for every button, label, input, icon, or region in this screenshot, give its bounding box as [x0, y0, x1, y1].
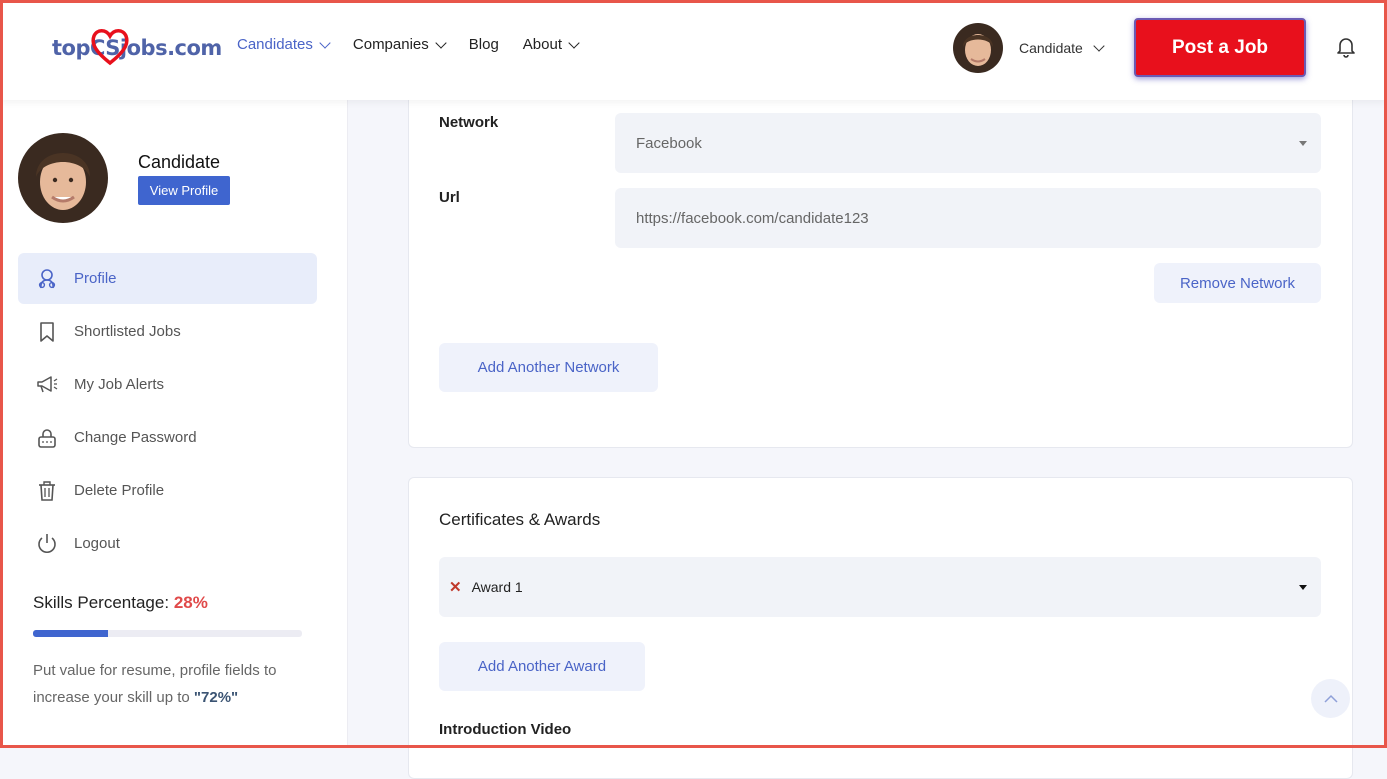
notification-bell-icon[interactable]: [1336, 36, 1356, 63]
nav-about[interactable]: About: [522, 36, 580, 53]
nav-companies-label: Companies: [352, 36, 429, 53]
skills-progress-fill: [33, 630, 109, 637]
view-profile-button[interactable]: View Profile: [138, 176, 230, 205]
url-label: Url: [439, 189, 460, 206]
add-network-button[interactable]: Add Another Network: [439, 343, 658, 392]
chevron-down-icon: [319, 36, 331, 49]
add-award-button[interactable]: Add Another Award: [439, 642, 645, 691]
award-tag-label: Award 1: [471, 579, 523, 595]
caret-down-icon: [1299, 141, 1307, 146]
trash-icon: [36, 480, 58, 502]
candidate-name: Candidate: [138, 152, 221, 172]
logo-text: topCSjobs.com: [52, 36, 222, 60]
network-select-value: Facebook: [636, 134, 702, 152]
sidebar-item-profile[interactable]: Profile: [18, 253, 317, 304]
sidebar-menu: Profile Shortlisted Jobs My Job Alerts C…: [18, 253, 317, 571]
lock-icon: [36, 427, 58, 449]
caret-down-icon: [1299, 585, 1307, 590]
skills-progress-bar: [33, 630, 302, 637]
power-icon: [36, 533, 58, 555]
skills-help-target: "72%": [193, 689, 239, 706]
sidebar-item-job-alerts[interactable]: My Job Alerts: [18, 359, 317, 410]
chevron-down-icon: [568, 36, 580, 49]
chevron-down-icon: [435, 36, 447, 49]
social-network-card: Network Facebook Url https://facebook.co…: [408, 90, 1353, 448]
sidebar-item-delete-profile[interactable]: Delete Profile: [18, 465, 317, 516]
url-input-value: https://facebook.com/candidate123: [636, 209, 869, 227]
avatar[interactable]: [953, 23, 1003, 73]
sidebar-item-label: Shortlisted Jobs: [74, 323, 181, 340]
sidebar-item-label: My Job Alerts: [74, 376, 165, 393]
nav-blog[interactable]: Blog: [469, 36, 499, 53]
sidebar-item-logout[interactable]: Logout: [18, 518, 317, 569]
profile-avatar: [18, 133, 108, 223]
megaphone-icon: [36, 374, 58, 396]
skills-percentage-title: Skills Percentage: 28%: [33, 593, 208, 613]
nav-blog-label: Blog: [468, 36, 499, 53]
awards-select[interactable]: ✕ Award 1: [439, 557, 1321, 617]
certificates-title: Certificates & Awards: [439, 510, 601, 529]
skills-title-label: Skills Percentage:: [33, 593, 170, 612]
skills-percentage-value: 28%: [173, 593, 208, 612]
nav-candidates-label: Candidates: [237, 36, 313, 53]
post-job-button[interactable]: Post a Job: [1134, 18, 1306, 77]
network-select[interactable]: Facebook: [615, 113, 1321, 173]
nav-candidates[interactable]: Candidates: [237, 36, 331, 53]
network-label: Network: [439, 114, 499, 131]
top-header: topCSjobs.com Candidates Companies Blog …: [0, 0, 1387, 100]
heart-logo-icon: [91, 29, 129, 66]
sidebar-item-shortlisted-jobs[interactable]: Shortlisted Jobs: [18, 306, 317, 357]
introduction-video-label: Introduction Video: [439, 721, 572, 738]
user-menu[interactable]: Candidate: [953, 23, 1105, 73]
chevron-down-icon: [1093, 40, 1105, 52]
user-label: Candidate: [1019, 40, 1083, 56]
certificates-card: Certificates & Awards ✕ Award 1 Add Anot…: [408, 477, 1353, 779]
sidebar-item-change-password[interactable]: Change Password: [18, 412, 317, 463]
remove-tag-icon[interactable]: ✕: [449, 578, 462, 596]
main-nav: Candidates Companies Blog About: [237, 36, 602, 53]
sidebar-item-label: Change Password: [74, 429, 197, 446]
scroll-to-top-button[interactable]: [1311, 679, 1350, 718]
site-logo[interactable]: topCSjobs.com: [52, 28, 222, 68]
skills-help-text: Put value for resume, profile fields to …: [33, 657, 313, 711]
bookmark-icon: [36, 321, 58, 343]
sidebar: Candidate View Profile Profile Shortlist…: [0, 100, 348, 748]
url-input[interactable]: https://facebook.com/candidate123: [615, 188, 1321, 248]
nav-companies[interactable]: Companies: [352, 36, 447, 53]
sidebar-item-label: Logout: [74, 535, 120, 552]
skills-help-prefix: Put value for resume, profile fields to …: [33, 662, 277, 706]
chevron-up-icon: [1323, 694, 1338, 703]
sidebar-item-label: Delete Profile: [74, 482, 165, 499]
nav-about-label: About: [522, 36, 562, 53]
profile-icon: [36, 268, 58, 290]
remove-network-button[interactable]: Remove Network: [1154, 263, 1321, 303]
sidebar-item-label: Profile: [74, 270, 117, 287]
